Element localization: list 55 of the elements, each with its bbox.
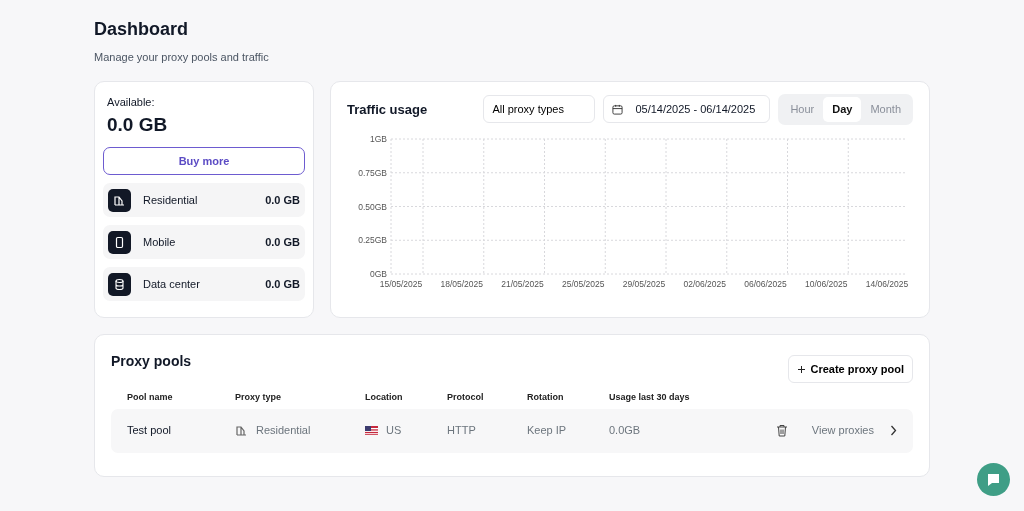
- column-header: Usage last 30 days: [609, 391, 690, 405]
- column-header: Rotation: [527, 391, 565, 405]
- x-axis-label: 06/06/2025: [744, 278, 787, 289]
- type-amount: 0.0 GB: [265, 192, 300, 208]
- traffic-title: Traffic usage: [347, 100, 428, 119]
- type-name: Residential: [143, 192, 198, 208]
- date-range-field[interactable]: 05/14/2025 - 06/14/2025: [603, 95, 771, 124]
- calendar-icon: [612, 103, 624, 115]
- x-axis-label: 02/06/2025: [683, 278, 726, 289]
- y-axis-label: 0.50GB: [358, 201, 387, 212]
- available-label: Available:: [107, 95, 156, 111]
- page-title: Dashboard: [94, 19, 190, 41]
- column-header: Pool name: [127, 391, 174, 405]
- page-subtitle: Manage your proxy pools and traffic: [94, 49, 270, 65]
- buy-more-button[interactable]: Buy more: [103, 147, 305, 176]
- x-axis-label: 21/05/2025: [501, 278, 544, 289]
- type-amount: 0.0 GB: [265, 276, 300, 292]
- table-cell-text: US: [386, 423, 402, 439]
- database-icon: [113, 277, 126, 291]
- type-name: Data center: [143, 276, 200, 292]
- section-title: Proxy pools: [111, 352, 192, 372]
- plus-icon: [797, 364, 807, 374]
- building-icon: [235, 424, 248, 438]
- y-axis-label: 0.75GB: [358, 167, 387, 178]
- phone-icon: [113, 235, 126, 249]
- column-header: Location: [365, 391, 404, 405]
- table-cell-text: Test pool: [127, 423, 173, 439]
- x-axis-label: 14/06/2025: [865, 278, 909, 289]
- view-proxies-link[interactable]: View proxies: [811, 422, 897, 439]
- table-cell-text: Residential: [256, 423, 311, 439]
- x-axis-label: 29/05/2025: [622, 278, 666, 289]
- chevron-right-icon: [890, 425, 897, 437]
- proxy-type-dropdown[interactable]: All proxy types: [483, 95, 596, 124]
- x-axis-label: 10/06/2025: [805, 278, 848, 289]
- period-tab[interactable]: Day: [823, 97, 862, 122]
- type-amount: 0.0 GB: [265, 234, 300, 250]
- create-pool-button[interactable]: Create proxy pool: [788, 355, 913, 384]
- column-header: Protocol: [447, 391, 485, 405]
- building-icon: [113, 193, 126, 207]
- y-axis-label: 0.25GB: [358, 234, 387, 245]
- chat-button[interactable]: [977, 463, 1010, 496]
- flag-icon: [365, 426, 378, 436]
- table-cell-text: Keep IP: [527, 423, 568, 439]
- x-axis-label: 18/05/2025: [440, 278, 483, 289]
- x-axis-label: 15/05/2025: [379, 278, 423, 289]
- chat-icon: [986, 472, 1001, 487]
- trash-icon[interactable]: [775, 424, 788, 438]
- type-name: Mobile: [143, 234, 176, 250]
- column-header: Proxy type: [235, 391, 283, 405]
- y-axis-label: 1GB: [370, 133, 387, 144]
- table-cell-text: HTTP: [447, 423, 477, 439]
- y-axis-label: 0GB: [370, 268, 387, 279]
- table-cell-text: 0.0GB: [609, 423, 641, 439]
- x-axis-label: 25/05/2025: [562, 278, 605, 289]
- available-amount: 0.0 GB: [107, 112, 169, 137]
